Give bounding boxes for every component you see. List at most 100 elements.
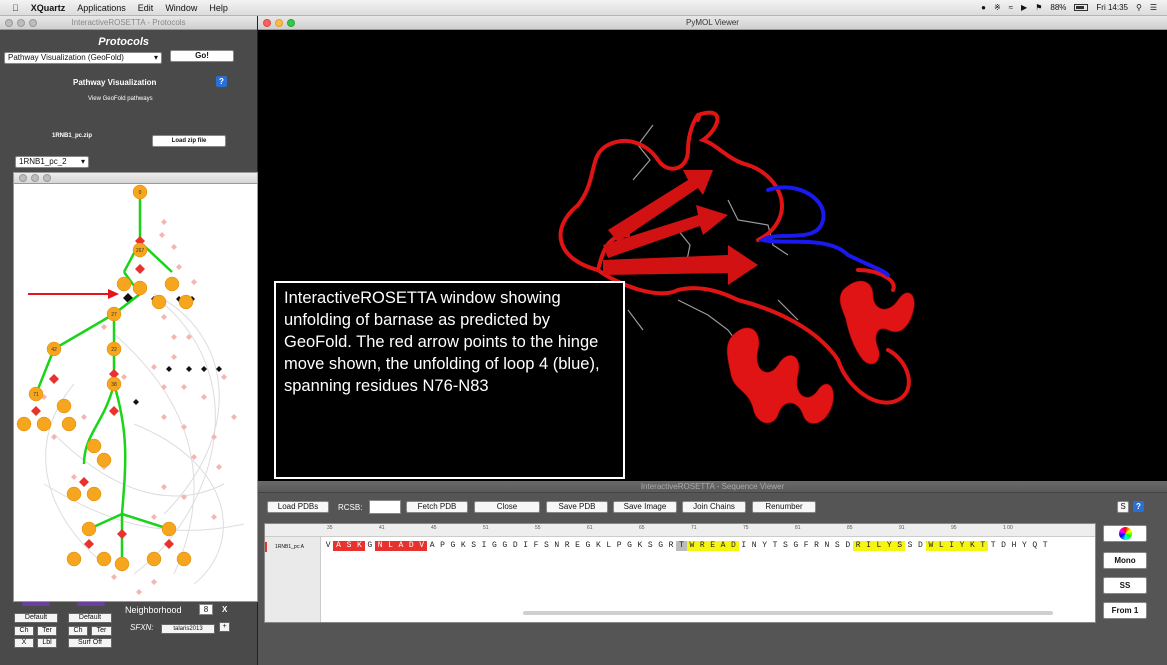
residue[interactable]: H — [1009, 541, 1019, 551]
minimize-window-button[interactable] — [31, 174, 39, 182]
residue[interactable]: R — [562, 541, 572, 551]
residue[interactable]: P — [614, 541, 624, 551]
color-wheel-button[interactable] — [1103, 525, 1147, 542]
residue[interactable]: S — [894, 541, 905, 551]
residue[interactable]: L — [936, 541, 947, 551]
save-pdb-button[interactable]: Save PDB — [546, 501, 608, 513]
horizontal-scrollbar[interactable] — [523, 611, 1053, 615]
sequence-row[interactable]: VASKGNLADVAPGKSIGGDIFSNREGKLPGKSGRTWREAD… — [323, 541, 1050, 551]
residue[interactable]: I — [739, 541, 749, 551]
residue[interactable]: A — [717, 541, 729, 551]
wifi-icon[interactable]: ≈ — [1009, 3, 1013, 12]
residue[interactable]: L — [604, 541, 614, 551]
residue[interactable]: Y — [1019, 541, 1029, 551]
menu-item-xquartz[interactable]: XQuartz — [31, 3, 66, 13]
residue[interactable]: K — [635, 541, 645, 551]
volume-icon[interactable]: ▶ — [1021, 3, 1027, 12]
residue[interactable]: G — [624, 541, 634, 551]
residue[interactable]: R — [852, 541, 864, 551]
residue[interactable]: K — [354, 541, 365, 551]
residue[interactable]: D — [728, 541, 739, 551]
residue[interactable]: V — [416, 541, 427, 551]
rcsb-input[interactable] — [369, 500, 401, 514]
residue[interactable]: R — [666, 541, 676, 551]
pathway-graph[interactable]: 0 267 27 42 22 71 38 — [14, 184, 257, 601]
menu-item-applications[interactable]: Applications — [77, 3, 126, 13]
ch-button[interactable]: Ch — [68, 626, 88, 636]
add-sfxn-button[interactable]: + — [219, 622, 230, 632]
status-icon[interactable]: ● — [981, 3, 986, 12]
residue[interactable]: A — [333, 541, 344, 551]
residue[interactable]: S — [343, 541, 355, 551]
load-zip-button[interactable]: Load zip file — [152, 135, 226, 147]
residue[interactable]: N — [822, 541, 832, 551]
residue[interactable]: E — [707, 541, 718, 551]
residue[interactable]: S — [645, 541, 655, 551]
zoom-window-button[interactable] — [287, 19, 295, 27]
residue[interactable]: A — [427, 541, 437, 551]
neighborhood-x-button[interactable]: X — [222, 605, 227, 614]
lbl-button[interactable]: Lbl — [37, 638, 57, 648]
residue[interactable]: D — [915, 541, 925, 551]
residue[interactable]: Q — [1030, 541, 1040, 551]
residue[interactable]: N — [552, 541, 562, 551]
residue[interactable]: Y — [956, 541, 968, 551]
ch-button[interactable]: Ch — [14, 626, 34, 636]
residue[interactable]: I — [863, 541, 874, 551]
notification-icon[interactable]: ☰ — [1150, 3, 1157, 12]
residue[interactable]: W — [925, 541, 937, 551]
residue[interactable]: Y — [759, 541, 769, 551]
residue[interactable]: S — [905, 541, 915, 551]
ss-button[interactable]: SS — [1103, 577, 1147, 594]
residue[interactable]: T — [977, 541, 988, 551]
residue[interactable]: D — [998, 541, 1008, 551]
residue[interactable]: T — [770, 541, 780, 551]
ter-button[interactable]: Ter — [91, 626, 112, 636]
residue[interactable]: T — [1040, 541, 1050, 551]
residue[interactable]: K — [593, 541, 603, 551]
zoom-window-button[interactable] — [43, 174, 51, 182]
pathway-select[interactable]: 1RNB1_pc_2 ▾ — [15, 156, 89, 168]
close-window-button[interactable] — [263, 19, 271, 27]
residue[interactable]: L — [385, 541, 396, 551]
residue[interactable]: S — [468, 541, 478, 551]
save-image-button[interactable]: Save Image — [613, 501, 677, 513]
mono-button[interactable]: Mono — [1103, 552, 1147, 569]
residue[interactable]: G — [791, 541, 801, 551]
residue[interactable]: G — [583, 541, 593, 551]
x-button[interactable]: X — [14, 638, 34, 648]
close-window-button[interactable] — [19, 174, 27, 182]
residue[interactable]: D — [843, 541, 853, 551]
residue[interactable]: I — [479, 541, 489, 551]
ter-button[interactable]: Ter — [37, 626, 57, 636]
go-button[interactable]: Go! — [170, 50, 234, 62]
residue[interactable]: G — [489, 541, 499, 551]
clock[interactable]: Fri 14:35 — [1096, 3, 1128, 12]
residue[interactable]: G — [656, 541, 666, 551]
default-button[interactable]: Default — [68, 613, 112, 623]
load-pdbs-button[interactable]: Load PDBs — [267, 501, 329, 513]
residue[interactable]: S — [780, 541, 790, 551]
default-button[interactable]: Default — [14, 613, 58, 623]
minimize-window-button[interactable] — [17, 19, 25, 27]
residue[interactable]: T — [988, 541, 998, 551]
residue[interactable]: F — [531, 541, 541, 551]
surf-off-button[interactable]: Surf Off — [68, 638, 112, 648]
residue[interactable]: G — [365, 541, 375, 551]
residue[interactable]: D — [406, 541, 417, 551]
apple-icon[interactable]:  — [12, 3, 19, 13]
zoom-window-button[interactable] — [29, 19, 37, 27]
residue[interactable]: W — [686, 541, 698, 551]
residue[interactable]: N — [749, 541, 759, 551]
residue[interactable]: E — [572, 541, 582, 551]
residue[interactable]: R — [697, 541, 708, 551]
residue[interactable]: G — [500, 541, 510, 551]
residue[interactable]: V — [323, 541, 333, 551]
residue[interactable]: F — [801, 541, 811, 551]
sfxn-select[interactable]: talaris2013 — [161, 624, 215, 634]
residue[interactable]: S — [832, 541, 842, 551]
fetch-pdb-button[interactable]: Fetch PDB — [406, 501, 468, 513]
residue[interactable]: L — [873, 541, 885, 551]
renumber-button[interactable]: Renumber — [752, 501, 816, 513]
spotlight-icon[interactable]: ⚲ — [1136, 3, 1142, 12]
